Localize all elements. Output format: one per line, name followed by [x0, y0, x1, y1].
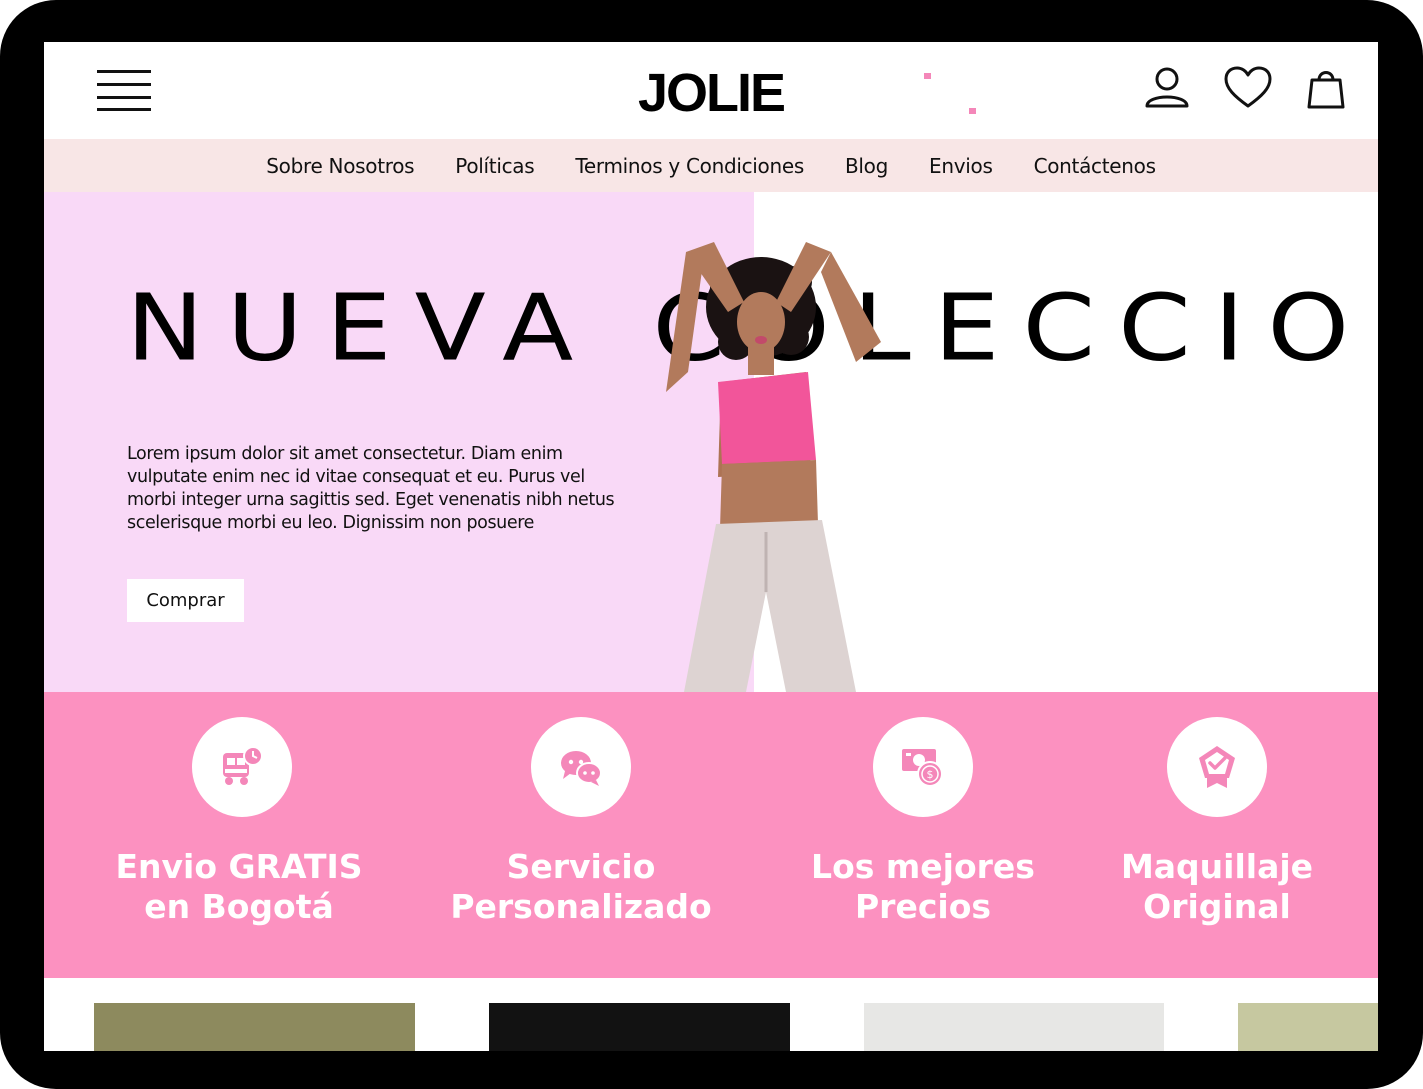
- nav-item-contactenos[interactable]: Contáctenos: [1034, 154, 1156, 178]
- model-photo: [666, 242, 881, 692]
- buy-button[interactable]: Comprar: [127, 579, 244, 622]
- feature-title: Envio GRATIS en Bogotá: [115, 847, 363, 926]
- nav-item-sobre-nosotros[interactable]: Sobre Nosotros: [266, 154, 414, 178]
- nav-item-terminos[interactable]: Terminos y Condiciones: [575, 154, 804, 178]
- heart-icon[interactable]: [1224, 66, 1272, 110]
- products-strip: [44, 978, 1378, 1051]
- feature-icon-circle: [1167, 717, 1267, 817]
- product-card[interactable]: [94, 1003, 415, 1051]
- features-section: Envio GRATIS en Bogotá Servicio Personal…: [44, 692, 1378, 978]
- hero-description: Lorem ipsum dolor sit amet consectetur. …: [127, 444, 615, 533]
- feature-icon-circle: [192, 717, 292, 817]
- delivery-truck-clock-icon: [223, 746, 263, 785]
- product-card[interactable]: [489, 1003, 790, 1051]
- feature-title: Servicio Personalizado: [450, 847, 712, 926]
- feature-title: Maquillaje Original: [1120, 847, 1314, 926]
- bag-icon[interactable]: [1306, 66, 1346, 110]
- tablet-frame: JOLIE Sobre Nosotros Políticas Terminos …: [0, 0, 1423, 1089]
- screen: JOLIE Sobre Nosotros Políticas Terminos …: [44, 42, 1378, 1051]
- quality-badge-icon: [1199, 746, 1235, 788]
- svg-text:$: $: [927, 768, 934, 781]
- nav-item-envios[interactable]: Envios: [929, 154, 993, 178]
- header: JOLIE: [44, 42, 1378, 139]
- decorative-dot: [969, 108, 976, 114]
- user-icon[interactable]: [1144, 66, 1190, 110]
- money-coin-icon: $: [902, 749, 943, 787]
- feature-title: Los mejores Precios: [811, 847, 1035, 926]
- nav-item-politicas[interactable]: Políticas: [455, 154, 534, 178]
- chat-bubbles-icon: [561, 751, 602, 786]
- nav-item-blog[interactable]: Blog: [845, 154, 888, 178]
- hero-section: NUEVA COLECCION: [44, 192, 1378, 692]
- feature-icon-circle: [531, 717, 631, 817]
- feature-icon-circle: $: [873, 717, 973, 817]
- main-nav: Sobre Nosotros Políticas Terminos y Cond…: [44, 139, 1378, 192]
- product-card[interactable]: [1238, 1003, 1378, 1051]
- product-card[interactable]: [864, 1003, 1164, 1051]
- decorative-dot: [924, 73, 931, 79]
